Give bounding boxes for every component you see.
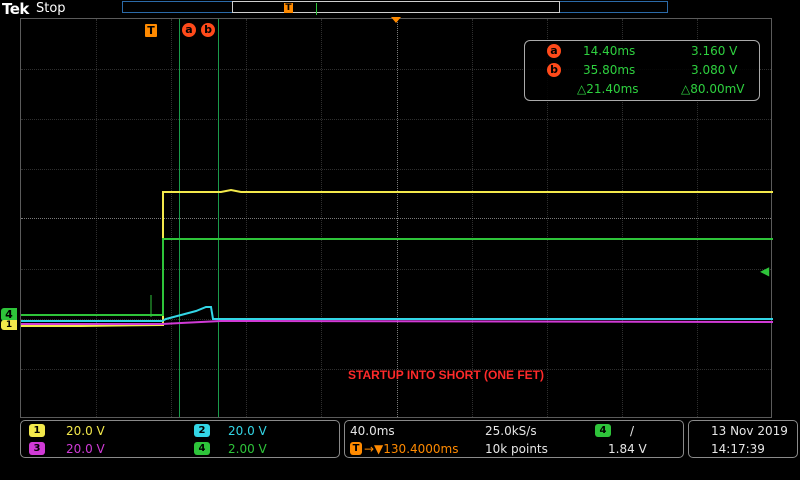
- cursor-a-handle[interactable]: a: [182, 23, 196, 37]
- cursor-b-handle[interactable]: b: [201, 23, 215, 37]
- sample-rate: 25.0kS/s: [485, 424, 537, 438]
- horizontal-scale[interactable]: 40.0ms: [350, 424, 395, 438]
- ch1-badge[interactable]: 1: [29, 424, 45, 437]
- time: 14:17:39: [711, 442, 765, 456]
- date: 13 Nov 2019: [711, 424, 788, 438]
- delta-value: △80.00mV: [681, 82, 745, 96]
- trigger-level[interactable]: 1.84 V: [608, 442, 647, 456]
- ch3-scale[interactable]: 20.0 V: [66, 442, 105, 456]
- ch1-trace: [21, 188, 773, 327]
- trigger-position-marker[interactable]: [391, 17, 401, 23]
- trigger-marker-icon: T: [145, 24, 157, 37]
- ch1-scale[interactable]: 20.0 V: [66, 424, 105, 438]
- trigger-level-arrow-icon: ◀: [760, 264, 770, 278]
- ch1-ground-marker[interactable]: 1: [1, 320, 17, 330]
- cursor-b-value: 3.080 V: [691, 63, 738, 77]
- ch4-trace: [21, 238, 773, 316]
- timebase-panel[interactable]: 40.0ms 25.0kS/s 4 / T →▼130.4000ms 10k p…: [344, 420, 684, 458]
- record-length: 10k points: [485, 442, 548, 456]
- ch2-badge[interactable]: 2: [194, 424, 210, 437]
- trigger-position-icon: T: [350, 442, 362, 455]
- screen-annotation: STARTUP INTO SHORT (ONE FET): [348, 368, 545, 382]
- cursor-b-badge: b: [547, 63, 561, 77]
- cursor-readout-box: a 14.40ms 3.160 V b 35.80ms 3.080 V △21.…: [524, 40, 760, 101]
- ch2-scale[interactable]: 20.0 V: [228, 424, 267, 438]
- cursor-a-time: 14.40ms: [583, 44, 636, 58]
- trigger-slope-icon[interactable]: /: [630, 424, 634, 438]
- ch3-badge[interactable]: 3: [29, 442, 45, 455]
- trigger-source-badge[interactable]: 4: [595, 424, 611, 437]
- cursor-a-value: 3.160 V: [691, 44, 738, 58]
- channel-settings-panel[interactable]: 1 20.0 V 2 20.0 V 3 20.0 V 4 2.00 V: [20, 420, 340, 458]
- ch4-scale[interactable]: 2.00 V: [228, 442, 267, 456]
- datetime-panel: 13 Nov 2019 14:17:39: [688, 420, 798, 458]
- tek-logo: Tek: [2, 0, 29, 18]
- cursor-a-badge: a: [547, 44, 561, 58]
- acquisition-state[interactable]: Stop: [36, 1, 66, 16]
- top-status-bar: Tek Stop T: [0, 0, 800, 18]
- record-view-window[interactable]: [232, 1, 560, 13]
- record-cursor-line: [316, 3, 317, 15]
- record-trigger-icon: T: [284, 3, 293, 13]
- trigger-position[interactable]: →▼130.4000ms: [364, 442, 458, 456]
- delta-time: △21.40ms: [577, 82, 639, 96]
- cursor-b-time: 35.80ms: [583, 63, 636, 77]
- ch4-badge[interactable]: 4: [194, 442, 210, 455]
